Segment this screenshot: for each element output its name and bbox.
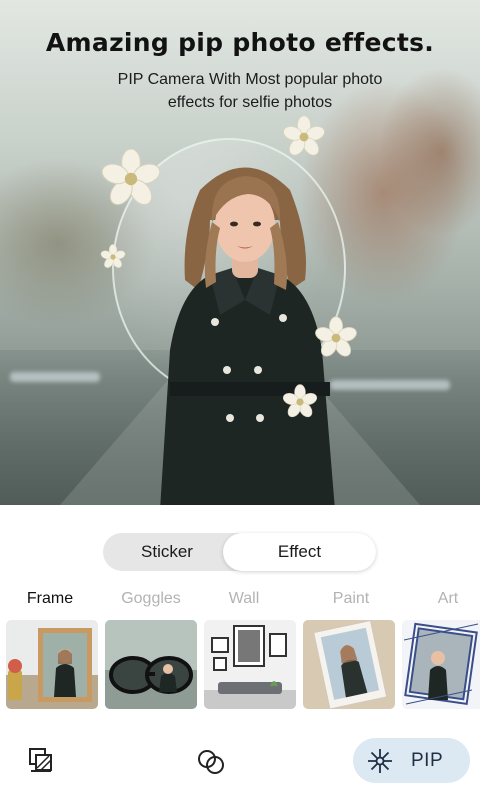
- hero-subtitle: PIP Camera With Most popular photo effec…: [117, 71, 383, 111]
- category-tab-goggles[interactable]: Goggles: [115, 588, 187, 610]
- category-tab-paint[interactable]: Paint: [326, 588, 376, 610]
- sticker-effect-toggle: Sticker Effect: [103, 533, 376, 571]
- pip-button-label: PIP: [411, 750, 444, 771]
- hero-title: Amazing pip photo effects.: [45, 28, 435, 57]
- photo-frame-thumbnail[interactable]: [6, 620, 98, 709]
- flower-sticker-icon: [282, 384, 318, 418]
- snowflake-icon: [368, 749, 392, 773]
- pip-button[interactable]: PIP: [353, 738, 470, 783]
- category-tab-frame[interactable]: Frame: [20, 588, 80, 610]
- layers-icon[interactable]: [27, 746, 57, 776]
- category-tab-art[interactable]: Art: [432, 588, 464, 610]
- hero-background-rail: [10, 372, 100, 382]
- overlap-circles-icon[interactable]: [196, 747, 226, 777]
- flower-sticker-icon: [101, 148, 161, 206]
- sticker-tab[interactable]: Sticker: [103, 533, 231, 571]
- art-frame-thumbnail[interactable]: [402, 620, 480, 709]
- flower-sticker-icon: [100, 244, 126, 268]
- category-tab-wall[interactable]: Wall: [222, 588, 266, 610]
- paint-canvas-thumbnail[interactable]: [303, 620, 395, 709]
- wall-gallery-thumbnail[interactable]: [204, 620, 296, 709]
- goggles-thumbnail[interactable]: [105, 620, 197, 709]
- hero-banner: Amazing pip photo effects. PIP Camera Wi…: [0, 0, 480, 505]
- effect-tab[interactable]: Effect: [223, 533, 376, 571]
- flower-sticker-icon: [283, 115, 325, 156]
- flower-sticker-icon: [315, 316, 357, 357]
